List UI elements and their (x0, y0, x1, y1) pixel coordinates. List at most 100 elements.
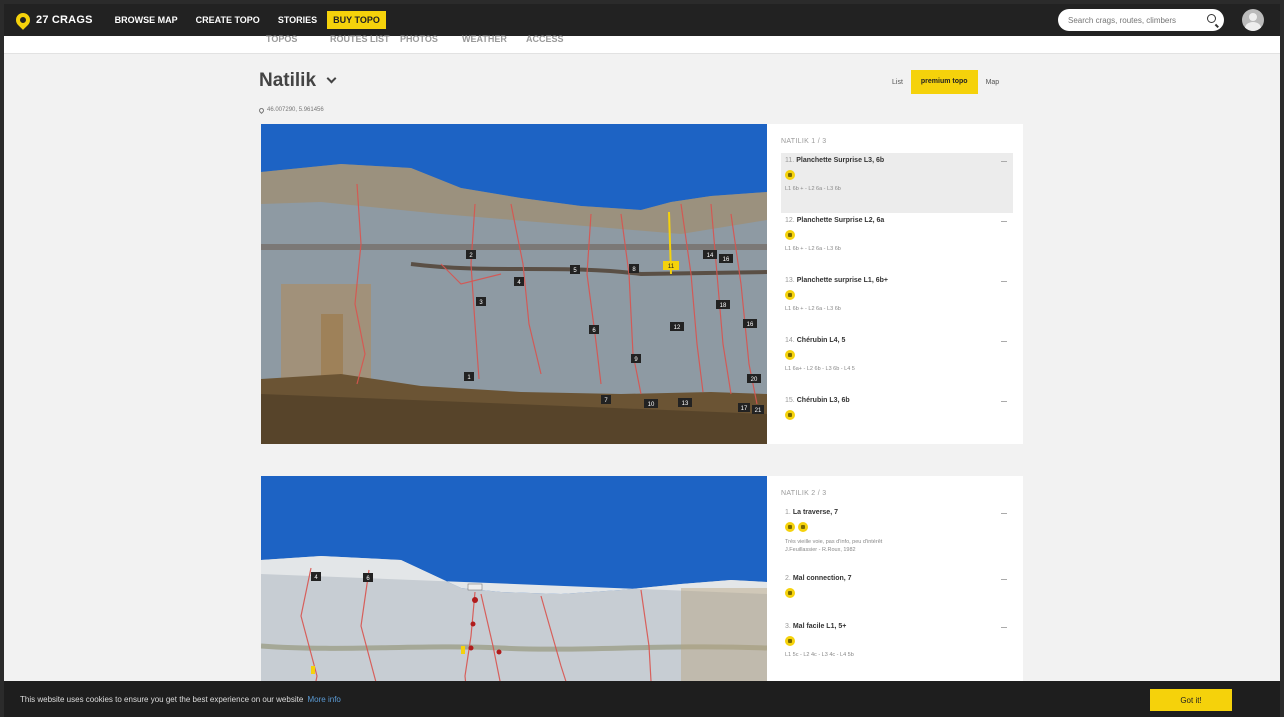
coordinates-text: 46.007290, 5.961456 (267, 107, 324, 113)
route-menu-icon[interactable] (1001, 341, 1007, 342)
search-input[interactable] (1068, 15, 1204, 25)
svg-text:13: 13 (682, 401, 689, 407)
route-style-icon (785, 410, 795, 420)
route-name[interactable]: Mal connection, 7 (793, 575, 852, 582)
route-item[interactable]: 13. Planchette surprise L1, 6b+ L1 6b + -… (781, 273, 1013, 333)
svg-text:21: 21 (755, 408, 762, 414)
top-navbar: 27 CRAGS BROWSE MAP CREATE TOPO STORIES … (4, 4, 1280, 36)
location-pin-icon (257, 106, 266, 114)
route-number: 1. (785, 509, 791, 516)
route-menu-icon[interactable] (1001, 161, 1007, 162)
route-menu-icon[interactable] (1001, 401, 1007, 402)
brand-logo[interactable]: 27 CRAGS (13, 10, 93, 30)
cookie-message: This website uses cookies to ensure you … (20, 695, 341, 704)
route-style-icon (798, 522, 808, 532)
route-style-icon (785, 230, 795, 240)
svg-text:16: 16 (747, 322, 754, 328)
route-name[interactable]: Mal facile L1, 5+ (793, 623, 847, 630)
route-menu-icon[interactable] (1001, 281, 1007, 282)
route-number: 14. (785, 337, 795, 344)
route-item[interactable]: 14. Chérubin L4, 5 L1 6a+ - L2 6b - L3 6b… (781, 333, 1013, 393)
route-pitches: L1 6b + - L2 6a - L3 6b (785, 306, 841, 312)
route-number: 15. (785, 397, 795, 404)
route-menu-icon[interactable] (1001, 579, 1007, 580)
topo-label: NATILIK 1 / 3 (781, 138, 827, 145)
route-menu-icon[interactable] (1001, 627, 1007, 628)
route-menu-icon[interactable] (1001, 221, 1007, 222)
route-item[interactable]: 3. Mal facile L1, 5+ L1 5c - L2 4c - L3 4… (781, 619, 1013, 679)
route-item[interactable]: 15. Chérubin L3, 6b (781, 393, 1013, 453)
svg-text:17: 17 (741, 406, 748, 412)
route-markers-1: 2 4 5 3 6 8 11 14 16 18 12 16 9 1 7 10 1 (464, 250, 764, 414)
route-number: 13. (785, 277, 795, 284)
route-marker (467, 583, 483, 591)
topo-photo-2[interactable]: 4 6 (261, 476, 767, 713)
svg-text:18: 18 (720, 303, 727, 309)
cookie-more-info-link[interactable]: More info (308, 695, 341, 704)
view-premium-topo-tab[interactable]: premium topo (910, 70, 978, 94)
route-item[interactable]: 11. Planchette Surprise L3, 6b L1 6b + - … (781, 153, 1013, 213)
svg-text:20: 20 (751, 377, 758, 383)
route-pitches: L1 6b + - L2 6a - L3 6b (785, 186, 841, 192)
crag-title[interactable]: Natilik (259, 70, 337, 92)
svg-text:10: 10 (648, 402, 655, 408)
cookie-accept-button[interactable]: Got it! (1150, 689, 1232, 711)
route-name[interactable]: La traverse, 7 (793, 509, 838, 516)
tab-access[interactable]: ACCESS (526, 34, 564, 44)
route-number: 2. (785, 575, 791, 582)
view-switcher: List premium topo Map (884, 70, 1007, 94)
route-pitches: L1 5c - L2 4c - L3 4c - L4 5b (785, 652, 854, 658)
route-style-icon (785, 290, 795, 300)
route-item[interactable]: 12. Planchette Surprise L2, 6a L1 6b + - … (781, 213, 1013, 273)
topo-route-list-2: NATILIK 2 / 3 1. La traverse, 7 Très viei… (781, 490, 1013, 679)
location-pin-icon (13, 10, 33, 30)
cookie-banner: This website uses cookies to ensure you … (4, 681, 1280, 717)
search-box[interactable] (1058, 9, 1224, 31)
route-item[interactable]: 1. La traverse, 7 Très vieille voie, pas … (781, 505, 1013, 571)
route-style-icon (785, 170, 795, 180)
route-item[interactable]: 2. Mal connection, 7 (781, 571, 1013, 619)
tab-topos[interactable]: TOPOS (266, 34, 297, 44)
svg-text:14: 14 (707, 253, 714, 259)
svg-text:16: 16 (723, 257, 730, 263)
svg-text:12: 12 (674, 325, 681, 331)
topo-label: NATILIK 2 / 3 (781, 490, 827, 497)
view-map-tab[interactable]: Map (978, 79, 1008, 86)
crag-subtabs: TOPOS ROUTES LIST PHOTOS WEATHER ACCESS (4, 34, 1280, 54)
route-name[interactable]: Planchette Surprise L3, 6b (796, 157, 884, 164)
nav-create-topo[interactable]: CREATE TOPO (196, 15, 260, 25)
brand-name: 27 CRAGS (36, 14, 93, 26)
route-number: 3. (785, 623, 791, 630)
page: 27 CRAGS BROWSE MAP CREATE TOPO STORIES … (4, 4, 1280, 713)
topo-card-1: 2 4 5 3 6 8 11 14 16 18 12 16 9 1 7 10 1 (261, 124, 1023, 444)
topo-photo-1[interactable]: 2 4 5 3 6 8 11 14 16 18 12 16 9 1 7 10 1 (261, 124, 767, 444)
search-icon[interactable] (1207, 14, 1216, 23)
tab-weather[interactable]: WEATHER (462, 34, 507, 44)
route-name[interactable]: Chérubin L4, 5 (797, 337, 846, 344)
nav-browse-map[interactable]: BROWSE MAP (115, 15, 178, 25)
view-list-tab[interactable]: List (884, 79, 911, 86)
route-style-icon (785, 588, 795, 598)
buy-topo-button[interactable]: BUY TOPO (327, 11, 386, 29)
tab-routes-list[interactable]: ROUTES LIST (330, 34, 390, 44)
route-name[interactable]: Chérubin L3, 6b (797, 397, 850, 404)
route-first-ascent: J.Feuillassier - R.Roux, 1982 (785, 547, 856, 553)
route-name[interactable]: Planchette surprise L1, 6b+ (797, 277, 888, 284)
nav-stories[interactable]: STORIES (278, 15, 317, 25)
crag-coordinates: 46.007290, 5.961456 (257, 106, 324, 114)
svg-text:11: 11 (668, 264, 675, 270)
route-pitches: L1 6b + - L2 6a - L3 6b (785, 246, 841, 252)
route-menu-icon[interactable] (1001, 513, 1007, 514)
user-avatar[interactable] (1242, 9, 1264, 31)
crag-name: Natilik (259, 70, 317, 91)
topo-route-list-1: NATILIK 1 / 3 11. Planchette Surprise L3,… (781, 138, 1013, 453)
chevron-down-icon[interactable] (326, 73, 337, 84)
route-name[interactable]: Planchette Surprise L2, 6a (797, 217, 885, 224)
route-number: 12. (785, 217, 795, 224)
route-description: Très vieille voie, pas d'info, peu d'int… (785, 539, 883, 545)
tab-photos[interactable]: PHOTOS (400, 34, 438, 44)
route-markers-2: 4 6 (311, 572, 483, 591)
route-style-icon (785, 522, 795, 532)
route-pitches: L1 6a+ - L2 6b - L3 6b - L4 5 (785, 366, 855, 372)
cookie-text: This website uses cookies to ensure you … (20, 695, 304, 704)
